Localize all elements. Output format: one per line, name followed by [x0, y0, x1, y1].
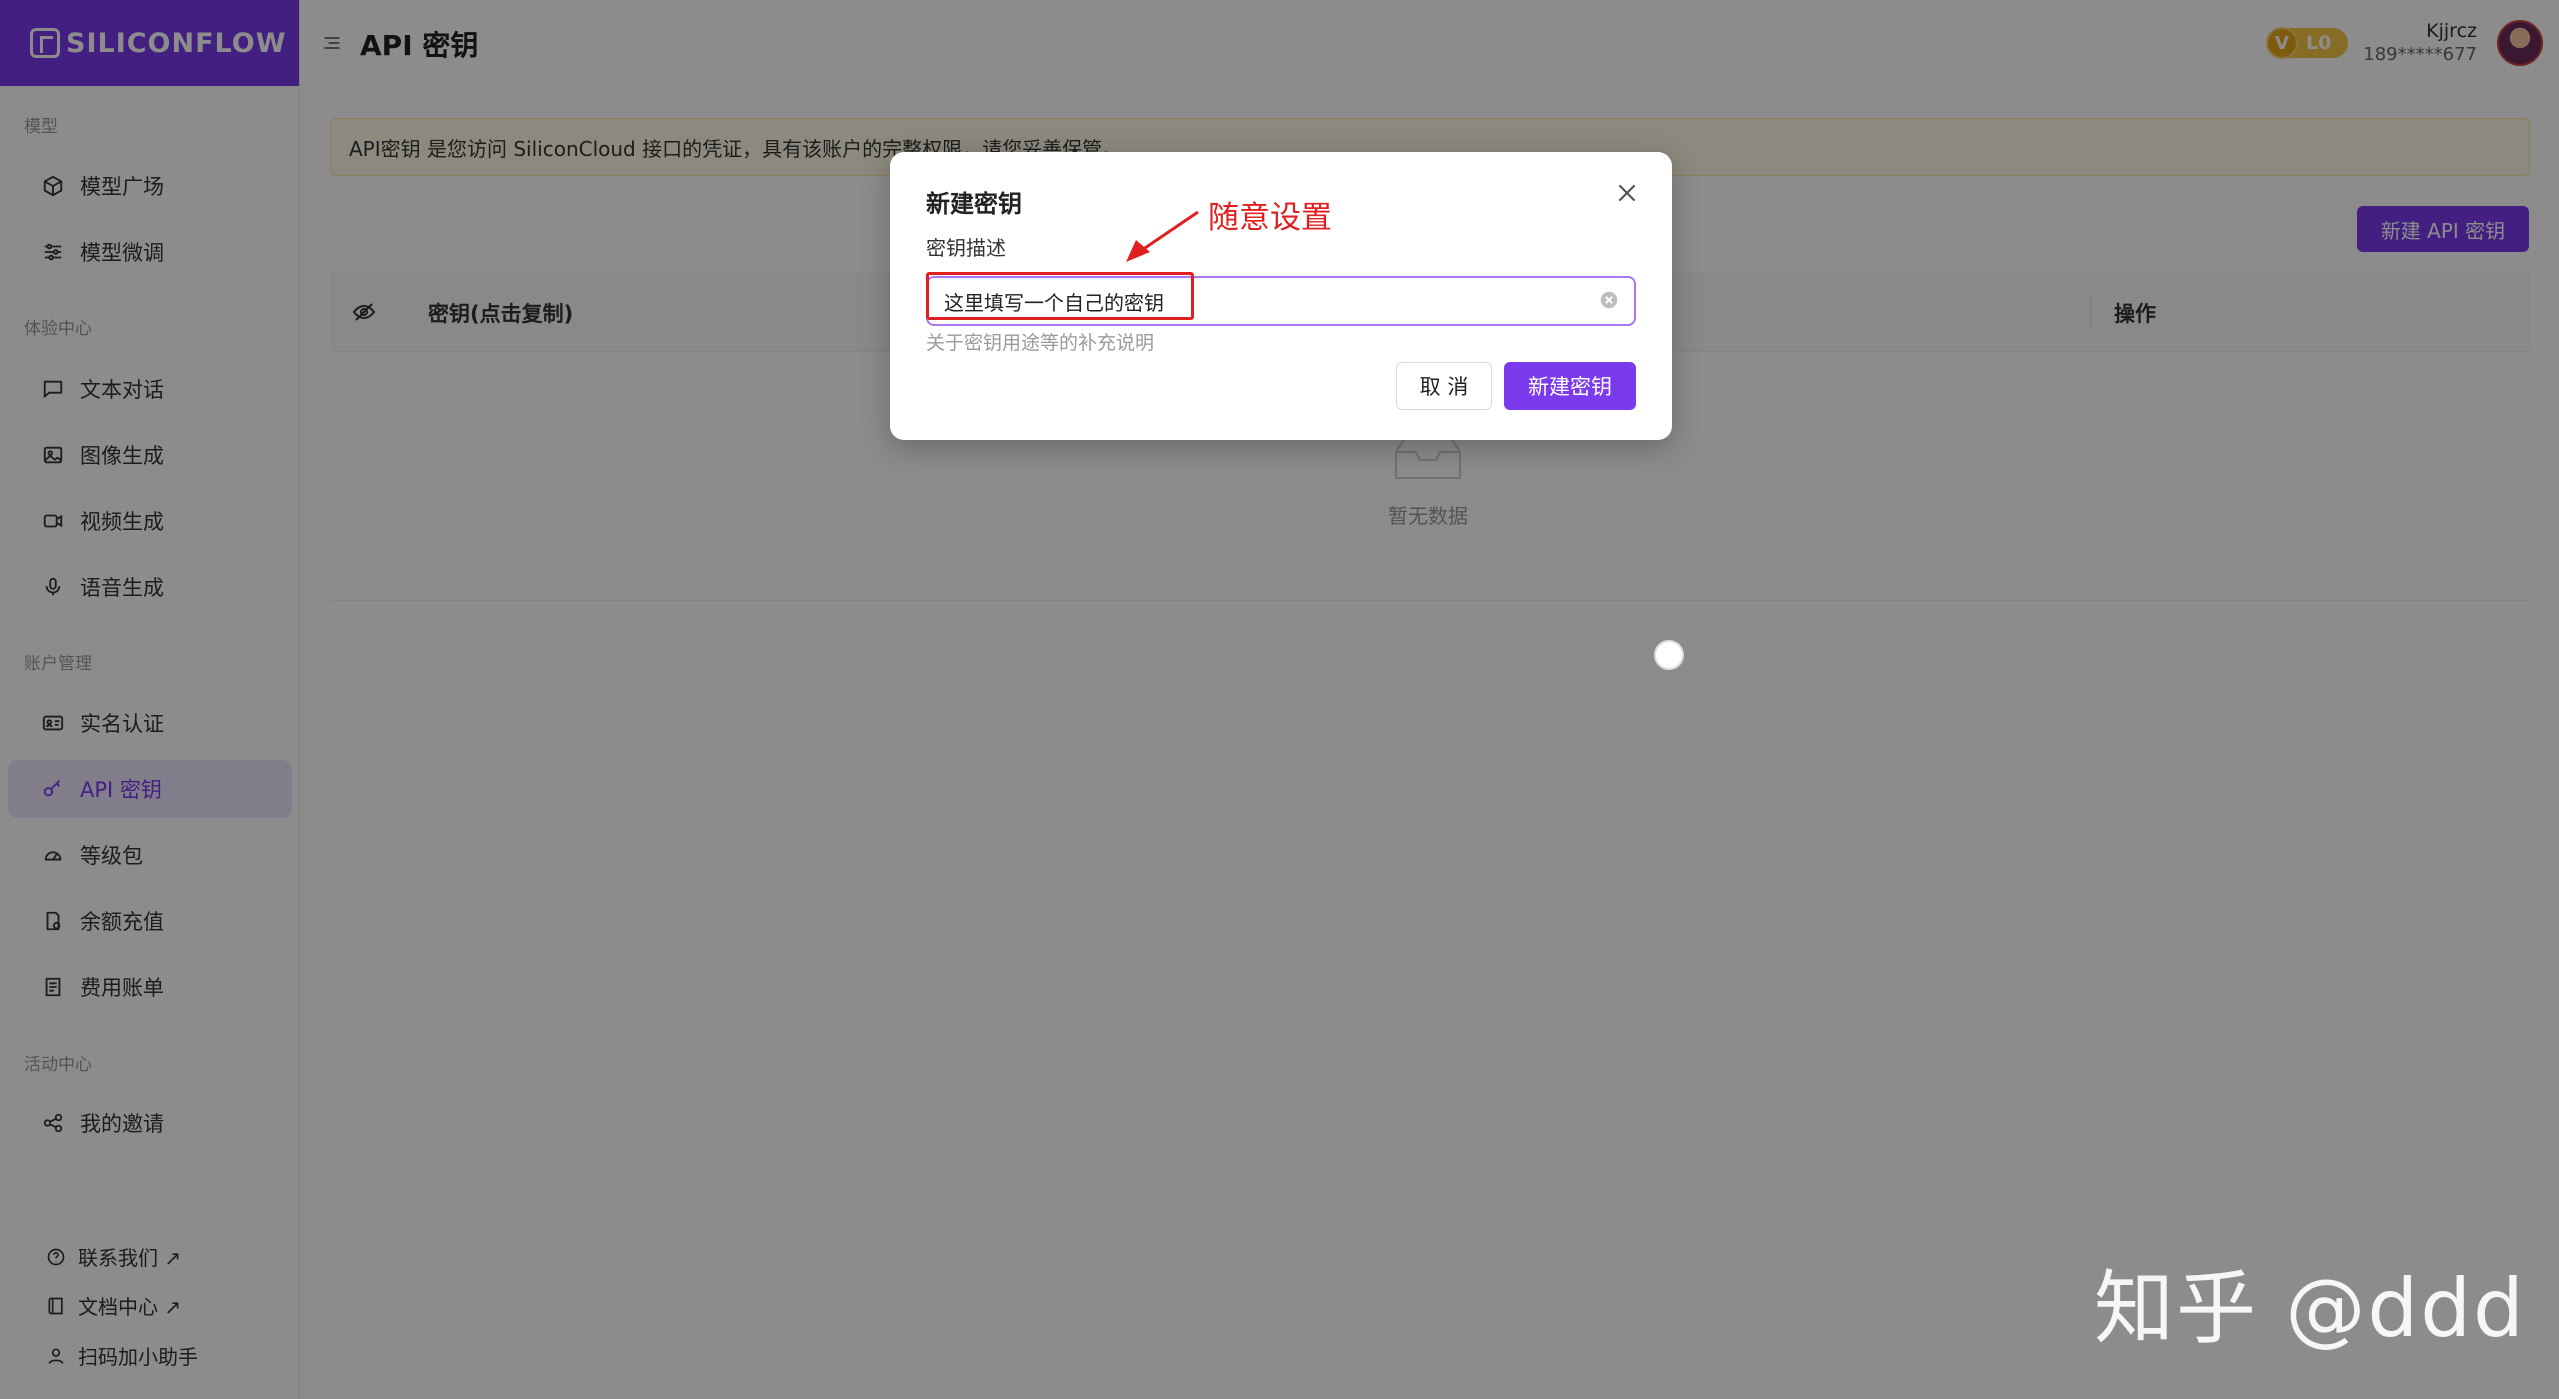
annotation-highlight-box	[926, 272, 1194, 320]
watermark: 知乎 @ddd	[2094, 1262, 2526, 1355]
key-description-help: 关于密钥用途等的补充说明	[926, 332, 1155, 354]
floating-helper-icon[interactable]	[1654, 640, 1684, 670]
key-description-label: 密钥描述	[926, 236, 1006, 260]
clear-input-icon[interactable]	[1598, 289, 1620, 311]
cancel-button[interactable]: 取 消	[1396, 362, 1492, 410]
annotation-arrow-icon	[1120, 206, 1220, 266]
close-icon[interactable]	[1614, 180, 1640, 206]
create-key-button[interactable]: 新建密钥	[1504, 362, 1636, 410]
annotation-text: 随意设置	[1208, 200, 1332, 236]
modal-title: 新建密钥	[926, 190, 1022, 218]
